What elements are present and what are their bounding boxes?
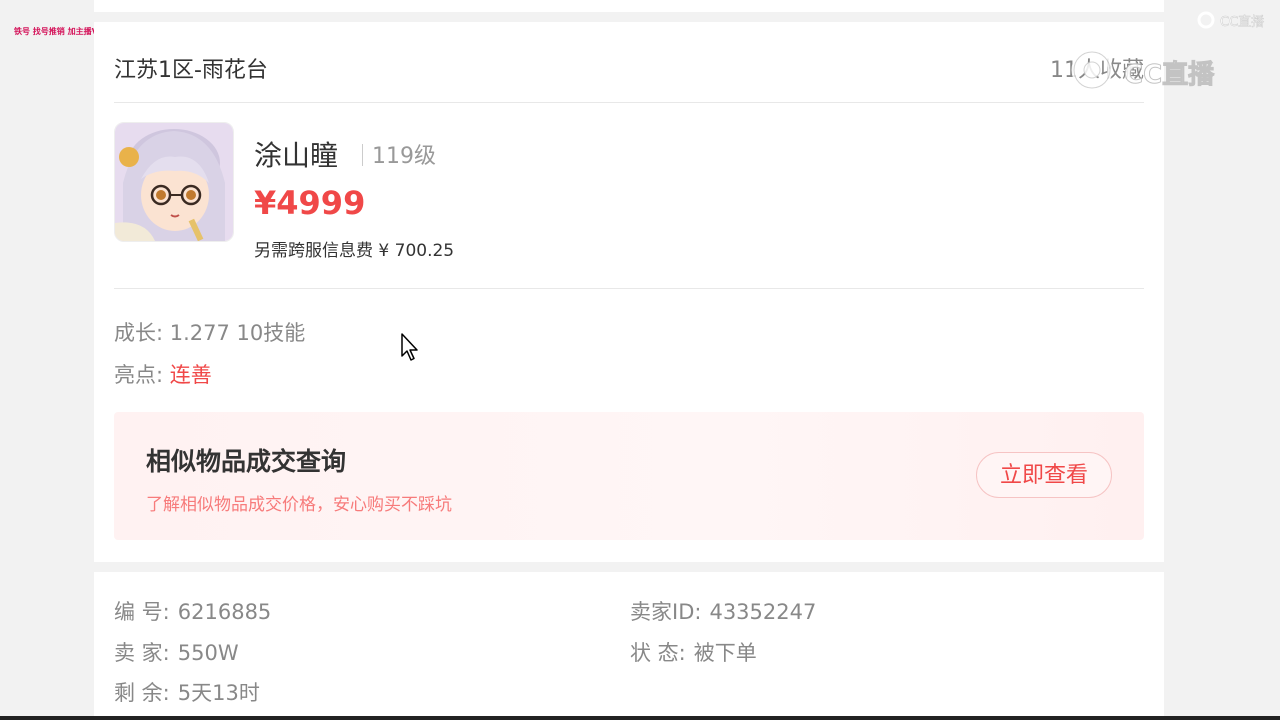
highlight-row: 亮点: 连善 [114, 359, 212, 389]
growth-value: 1.277 10技能 [169, 321, 306, 345]
highlight-value: 连善 [169, 363, 212, 387]
promo-title: 相似物品成交查询 [146, 447, 347, 476]
price: ¥4999 [254, 184, 366, 222]
growth-label: 成长: [114, 321, 164, 345]
name-level-separator [362, 144, 363, 166]
role-avatar[interactable] [114, 122, 234, 242]
listing-card: 江苏1区-雨花台 11人收藏 涂山瞳 119级 ¥4999 另需跨服信息费 ¥ … [94, 22, 1164, 562]
cc-corner-logo-icon [1197, 11, 1215, 29]
status-row: 状 态: 被下单 [630, 637, 757, 667]
remaining-row: 剩 余: 5天13时 [114, 677, 260, 707]
cc-logo-icon [1071, 49, 1113, 91]
avatar-image [115, 123, 233, 241]
bottom-edge [0, 716, 1280, 720]
remaining-label: 剩 余: [114, 681, 170, 705]
seller-value: 550W [177, 641, 239, 665]
server-name: 江苏1区-雨花台 [114, 58, 268, 83]
detail-card: 编 号: 6216885 卖家ID: 43352247 卖 家: 550W 状 态: 被… [94, 572, 1164, 720]
view-now-button[interactable]: 立即查看 [976, 452, 1112, 498]
extra-fee: 另需跨服信息费 ¥ 700.25 [254, 241, 455, 261]
promo-subtitle: 了解相似物品成交价格，安心购买不踩坑 [146, 495, 452, 515]
item-id-label: 编 号: [114, 600, 170, 624]
mouse-cursor-icon [401, 333, 418, 361]
role-name[interactable]: 涂山瞳 [254, 134, 338, 174]
stream-watermark: CC直播 [1070, 48, 1240, 92]
remaining-value: 5天13时 [177, 681, 260, 705]
status-label: 状 态: [630, 641, 686, 665]
role-level: 119级 [372, 144, 436, 169]
item-id-value: 6216885 [177, 600, 272, 624]
item-id-row: 编 号: 6216885 [114, 596, 271, 626]
divider [114, 102, 1144, 103]
seller-id-value: 43352247 [709, 600, 817, 624]
growth-row: 成长: 1.277 10技能 [114, 317, 305, 347]
previous-card-edge [94, 0, 1164, 12]
similar-deals-banner[interactable]: 相似物品成交查询 了解相似物品成交价格，安心购买不踩坑 立即查看 [114, 412, 1144, 540]
seller-label: 卖 家: [114, 641, 170, 665]
seller-id-row: 卖家ID: 43352247 [630, 596, 816, 626]
divider [114, 288, 1144, 289]
seller-row: 卖 家: 550W [114, 637, 239, 667]
status-value: 被下单 [693, 641, 757, 665]
corner-watermark: CC直播 [1196, 10, 1266, 30]
highlight-label: 亮点: [114, 363, 164, 387]
watermark-text: CC直播 [1123, 60, 1215, 91]
seller-id-label: 卖家ID: [630, 600, 702, 624]
corner-watermark-text: CC直播 [1220, 15, 1265, 31]
